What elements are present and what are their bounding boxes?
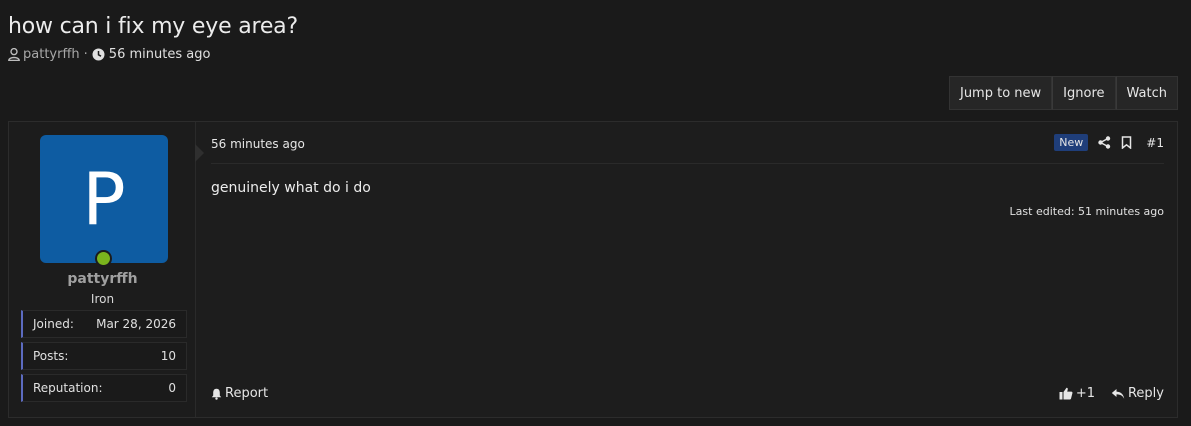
thread-author-link[interactable]: pattyrffh — [23, 47, 80, 62]
post-header: 56 minutes ago New #1 — [211, 134, 1164, 164]
last-edited: Last edited: 51 minutes ago — [1009, 205, 1164, 218]
thumbs-up-icon — [1059, 387, 1073, 400]
online-status-dot — [95, 250, 112, 267]
thread-time[interactable]: 56 minutes ago — [109, 47, 211, 62]
watch-button[interactable]: Watch — [1115, 76, 1178, 110]
reply-button[interactable]: Reply — [1111, 386, 1164, 401]
post-main: 56 minutes ago New #1 genuinely what do … — [211, 122, 1177, 417]
stat-value: 10 — [160, 349, 176, 363]
post-username[interactable]: pattyrffh — [9, 271, 196, 287]
bookmark-icon[interactable] — [1121, 136, 1132, 149]
user-sidebar: P pattyrffh Iron Joined: Mar 28, 2026 Po… — [9, 122, 196, 417]
post-date[interactable]: 56 minutes ago — [211, 134, 305, 151]
thread-title: how can i fix my eye area? — [8, 14, 298, 39]
jump-to-new-button[interactable]: Jump to new — [948, 76, 1053, 110]
post-header-actions: New #1 — [1054, 134, 1164, 151]
stat-label: Reputation: — [33, 381, 103, 395]
message-arrow — [195, 144, 204, 162]
stat-joined: Joined: Mar 28, 2026 — [21, 310, 187, 338]
stat-posts: Posts: 10 — [21, 342, 187, 370]
avatar[interactable]: P — [40, 135, 168, 263]
reply-label: Reply — [1127, 386, 1164, 401]
meta-separator: · — [83, 47, 88, 62]
stat-label: Joined: — [33, 317, 74, 331]
clock-icon — [92, 48, 105, 61]
post-number[interactable]: #1 — [1146, 136, 1164, 150]
user-title: Iron — [90, 292, 115, 306]
thread-header: how can i fix my eye area? pattyrffh · 5… — [8, 12, 298, 62]
stat-value: 0 — [168, 381, 176, 395]
user-icon — [8, 48, 20, 61]
post-body: genuinely what do i do — [211, 180, 371, 196]
thread-actions: Jump to new Ignore Watch — [948, 76, 1178, 110]
like-button[interactable]: +1 — [1059, 386, 1095, 401]
report-label: Report — [225, 386, 269, 401]
ignore-button[interactable]: Ignore — [1052, 76, 1116, 110]
stat-label: Posts: — [33, 349, 69, 363]
reply-icon — [1111, 388, 1125, 400]
report-button[interactable]: Report — [211, 386, 268, 401]
share-icon[interactable] — [1098, 136, 1111, 149]
post-footer: Report +1 Reply — [211, 386, 1164, 401]
new-badge: New — [1054, 134, 1089, 151]
stat-reputation: Reputation: 0 — [21, 374, 187, 402]
post: P pattyrffh Iron Joined: Mar 28, 2026 Po… — [8, 121, 1178, 418]
reaction-count: +1 — [1075, 386, 1095, 401]
bell-icon — [211, 388, 222, 400]
stat-value: Mar 28, 2026 — [96, 317, 176, 331]
thread-meta: pattyrffh · 56 minutes ago — [8, 47, 298, 62]
